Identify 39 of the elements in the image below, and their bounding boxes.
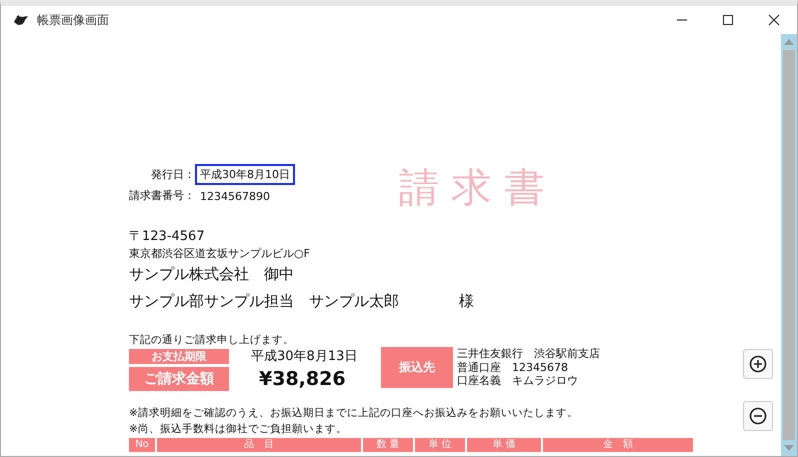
bank-info-line: 三井住友銀行 渋谷駅前支店 bbox=[457, 347, 600, 360]
scroll-up-icon[interactable] bbox=[783, 38, 795, 46]
honorific: 様 bbox=[459, 292, 474, 311]
zoom-out-icon bbox=[749, 407, 767, 425]
vertical-scrollbar[interactable] bbox=[781, 34, 797, 456]
bank-label: 振込先 bbox=[381, 347, 453, 388]
meta-label: 発行日： bbox=[150, 166, 195, 182]
column-header: 金 額 bbox=[543, 438, 693, 452]
bank-info-line: 普通口座 12345678 bbox=[457, 360, 569, 374]
column-header: 単 価 bbox=[467, 438, 541, 452]
invoice-title: 請 求 書 bbox=[399, 164, 544, 213]
zoom-in-icon bbox=[749, 355, 767, 373]
zoom-out-button[interactable] bbox=[743, 401, 773, 431]
zoom-in-button[interactable] bbox=[743, 349, 773, 379]
close-icon bbox=[768, 14, 780, 26]
person-name: サンプル部サンプル担当 サンプル太郎 bbox=[129, 292, 399, 311]
due-date: 平成30年8月13日 bbox=[251, 348, 358, 365]
bird-app-icon bbox=[13, 13, 29, 27]
column-header: No bbox=[129, 438, 155, 452]
amount-value: ¥38,826 bbox=[259, 368, 346, 390]
scroll-down-icon[interactable] bbox=[783, 444, 795, 452]
note-text: ※尚、振込手数料は御社でご負担願います。 bbox=[129, 422, 347, 437]
meta-label: 請求書番号： bbox=[129, 188, 195, 203]
maximize-icon bbox=[722, 14, 734, 26]
column-header: 品 目 bbox=[157, 438, 361, 452]
intro-text: 下記の通りご請求申し上げます。 bbox=[129, 333, 295, 347]
scroll-thumb[interactable] bbox=[783, 50, 795, 440]
due-label: お支払期限 bbox=[129, 348, 229, 364]
address: 東京都渋谷区道玄坂サンプルビル○F bbox=[129, 246, 311, 261]
column-header: 数 量 bbox=[363, 438, 413, 452]
amount-label: ご請求金額 bbox=[129, 367, 229, 391]
column-header: 単 位 bbox=[415, 438, 465, 452]
postal-code: 〒123-4567 bbox=[129, 228, 206, 245]
meta-value: 平成30年8月10日 bbox=[195, 164, 295, 185]
company-name: サンプル株式会社 御中 bbox=[129, 265, 295, 284]
note-text: ※請求明細をご確認のうえ、お振込期日までに上記の口座へお振込みをお願いいたします。 bbox=[129, 406, 578, 421]
meta-value: 1234567890 bbox=[199, 189, 271, 205]
window-title: 帳票画像画面 bbox=[37, 12, 109, 28]
bank-info-line: 口座名義 キムラジロウ bbox=[457, 374, 579, 388]
